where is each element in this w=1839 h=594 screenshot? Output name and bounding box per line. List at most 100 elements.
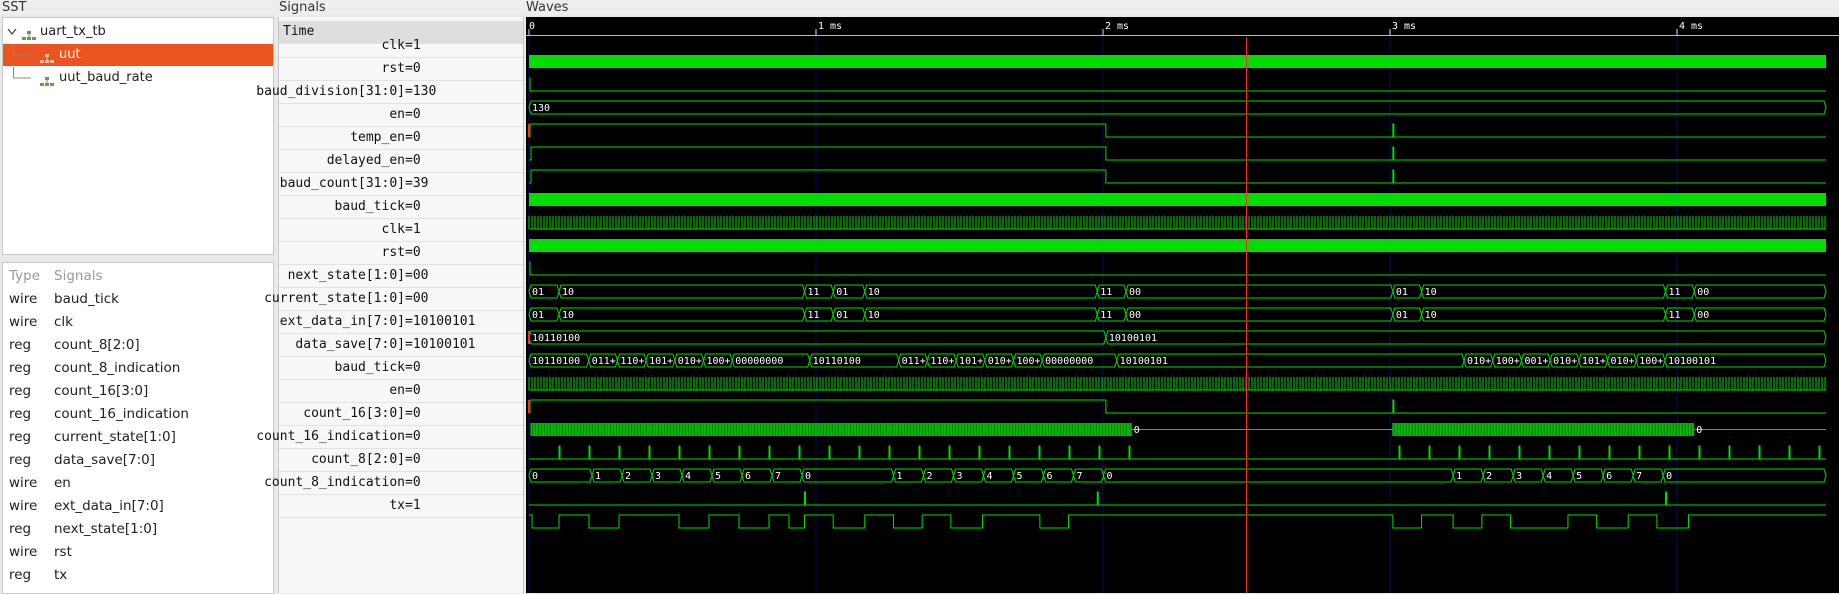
- signal-row-value: =0: [405, 130, 421, 145]
- signal-row[interactable]: current_state[1:0] =00: [264, 288, 523, 311]
- count-8-label: 1: [1456, 471, 1462, 482]
- current-state-label: 11: [1669, 310, 1681, 321]
- signal-type: wire: [9, 475, 38, 491]
- signal-row[interactable]: baud_count[31:0] =39: [279, 173, 523, 196]
- data-save-label: 011+: [902, 356, 926, 367]
- signal-row-value: =130: [405, 84, 437, 99]
- x-state-mark: [528, 400, 530, 413]
- signal-row-value: =1: [405, 222, 421, 237]
- x-state-mark: [528, 124, 530, 137]
- signal-row[interactable]: count_16[3:0] =0: [279, 403, 523, 426]
- delayed-en-wave: [529, 169, 1826, 184]
- tree-item-uart-tx-tb[interactable]: uart_tx_tb: [3, 21, 273, 43]
- signals-pane[interactable]: Time clk =1 rst =0 baud_division[31:0] =130 en…: [256, 17, 524, 593]
- signal-row[interactable]: data_save[7:0] =10100101: [279, 334, 523, 357]
- signal-row-name: baud_tick: [334, 199, 405, 214]
- signal-row[interactable]: temp_en =0: [279, 127, 523, 150]
- signal-row[interactable]: en =0: [279, 380, 523, 403]
- en-wave: [529, 123, 1826, 138]
- signal-row[interactable]: baud_tick =0: [279, 196, 523, 219]
- signal-row[interactable]: count_8[2:0] =0: [279, 449, 523, 472]
- signal-row-name: temp_en: [350, 130, 405, 145]
- signals-column-header: Signals: [54, 268, 103, 284]
- current-state-label: 00: [1129, 310, 1141, 321]
- signal-row[interactable]: count_16_indication =0: [256, 426, 523, 449]
- tree-item-uut-baud-rate[interactable]: uut_baud_rate: [3, 67, 273, 89]
- signal-type: wire: [9, 544, 38, 560]
- tree-item-uut[interactable]: uut: [3, 44, 273, 66]
- tree-item-label: uut_baud_rate: [59, 70, 153, 85]
- signal-row-name: count_8_indication: [264, 475, 405, 490]
- data-save-label: 010+: [1467, 356, 1491, 367]
- waves-canvas[interactable]: 01 ms 2 ms 3 ms 4 ms 130 01 10 11 01 10 11 00 01 10 11…: [526, 17, 1839, 593]
- signal-row[interactable]: delayed_en =0: [279, 150, 523, 173]
- sst-title-text: SST: [2, 0, 27, 15]
- signal-row[interactable]: clk =1: [279, 35, 523, 58]
- count-8-label: 5: [715, 471, 721, 482]
- next-state-segment: [864, 284, 1098, 299]
- signal-row-name: rst: [381, 61, 405, 76]
- data-save-label: 100+: [1016, 356, 1040, 367]
- count-8-label: 1: [896, 471, 902, 482]
- count-8-label: 7: [1636, 471, 1642, 482]
- count-16-label: 0: [1134, 425, 1140, 436]
- next-state-label: 01: [1396, 287, 1408, 298]
- signal-row-name: count_8[2:0]: [311, 452, 405, 467]
- signal-row-value: =1: [405, 38, 421, 53]
- signal-name: tx: [54, 567, 68, 583]
- signal-row[interactable]: clk =1: [279, 219, 523, 242]
- signal-row-value: =0: [405, 107, 421, 122]
- data-save-label: 101+: [959, 356, 983, 367]
- count-8-segment: [528, 468, 593, 483]
- data-save-label: 00000000: [1045, 356, 1093, 367]
- baud-division-segment: [528, 100, 1827, 115]
- sst-signal-list[interactable]: Type Signals wire baud_tick wire clk reg coun…: [2, 262, 274, 594]
- signal-row[interactable]: baud_division[31:0] =130: [256, 81, 523, 104]
- signal-type: reg: [9, 406, 32, 422]
- data-save-label: 001+: [1524, 356, 1548, 367]
- signal-row-name: baud_count[31:0]: [279, 176, 405, 191]
- signal-name: next_state[1:0]: [54, 521, 158, 537]
- data-save-label: 010+: [1611, 356, 1635, 367]
- signal-row-value: =0: [405, 245, 421, 260]
- time-tick-label: 4 ms: [1679, 21, 1703, 32]
- signal-row[interactable]: en =0: [279, 104, 523, 127]
- next-state-label: 11: [1669, 287, 1681, 298]
- signal-row-value: =0: [405, 406, 421, 421]
- signal-row-name: next_state[1:0]: [287, 268, 405, 283]
- signal-row[interactable]: rst =0: [279, 58, 523, 81]
- signal-row-name: delayed_en: [326, 153, 405, 168]
- signal-row[interactable]: baud_tick =0: [279, 357, 523, 380]
- signal-type: wire: [9, 291, 38, 307]
- data-save-segment: [1116, 353, 1465, 368]
- en-wave: [529, 399, 1826, 414]
- count-8-label: 3: [956, 471, 962, 482]
- time-tick-label: 3 ms: [1392, 21, 1416, 32]
- signal-name: count_8[2:0]: [54, 337, 140, 353]
- count-8-label: 7: [775, 471, 781, 482]
- data-save-label: 110+: [930, 356, 954, 367]
- current-state-label: 11: [1100, 310, 1112, 321]
- data-save-label: 101+: [649, 356, 673, 367]
- signal-row[interactable]: next_state[1:0] =00: [279, 265, 523, 288]
- signal-row[interactable]: count_8_indication =0: [264, 472, 523, 495]
- signal-row[interactable]: rst =0: [279, 242, 523, 265]
- sst-tree[interactable]: uart_tx_tb uut uut_baud_rate: [2, 17, 274, 255]
- signal-row[interactable]: ext_data_in[7:0] =10100101: [279, 311, 523, 334]
- signal-row-name: clk: [381, 222, 405, 237]
- signal-type: reg: [9, 452, 32, 468]
- signal-row-name: count_16_indication: [256, 429, 405, 444]
- signal-row-value: =0: [405, 429, 421, 444]
- tx-wave: [529, 514, 1826, 529]
- data-save-label: 100+: [1496, 356, 1520, 367]
- signal-type: reg: [9, 521, 32, 537]
- count-16-indication-wave: [529, 445, 1826, 460]
- signal-row-value: =10100101: [405, 337, 476, 352]
- signal-row[interactable]: tx =1: [279, 495, 523, 518]
- next-state-segment: [1693, 284, 1827, 299]
- current-state-segment: [864, 307, 1098, 322]
- ext-data-in-label: 10100101: [1109, 333, 1157, 344]
- signal-row-name: current_state[1:0]: [264, 291, 405, 306]
- signal-row-value: =0: [405, 199, 421, 214]
- current-state-segment: [558, 307, 806, 322]
